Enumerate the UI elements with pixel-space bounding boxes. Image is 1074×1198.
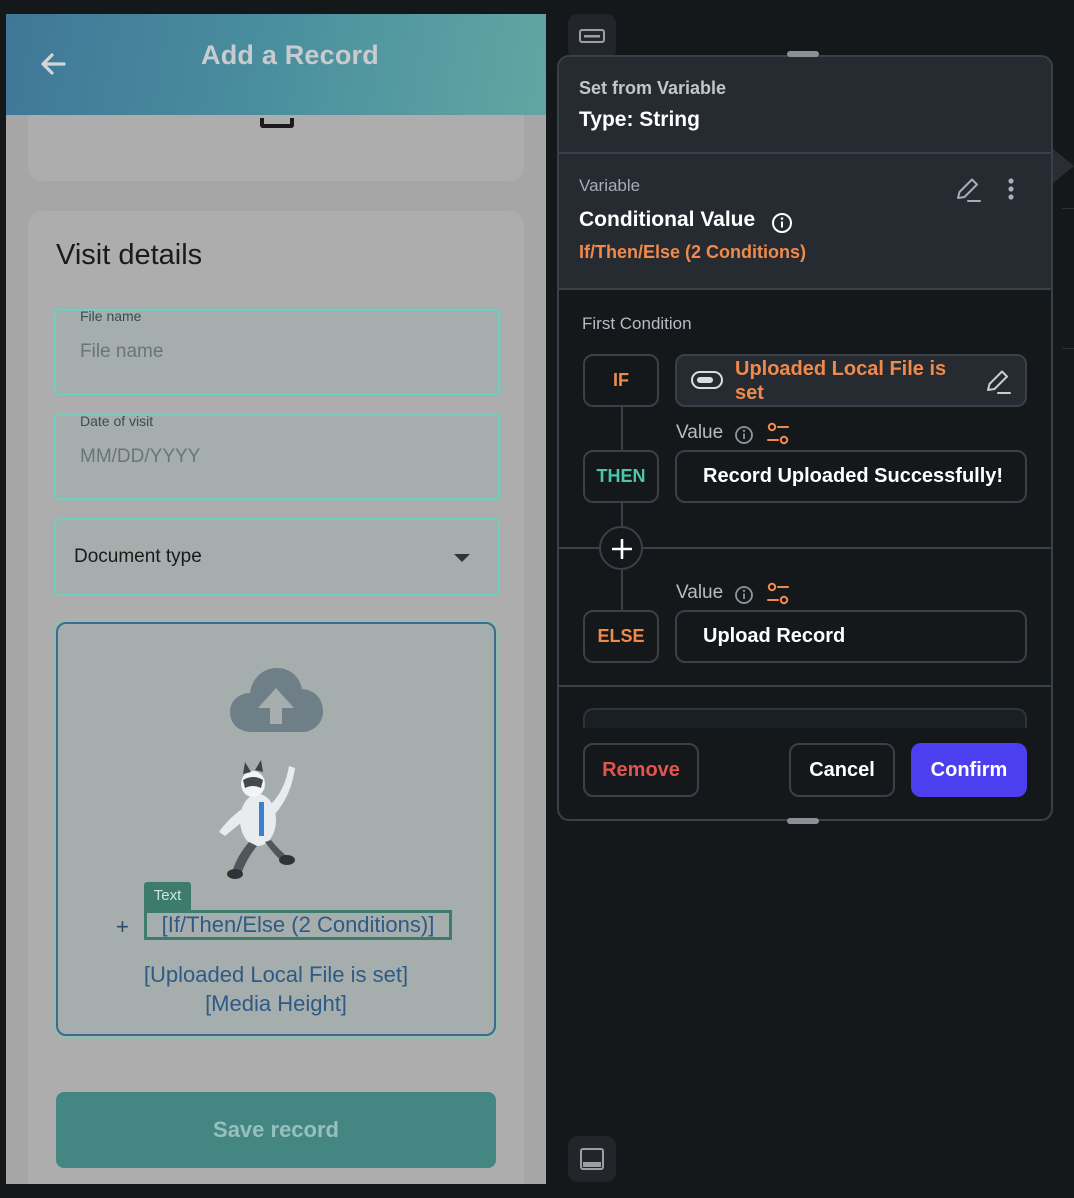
panel-subtitle: Set from Variable: [579, 78, 727, 98]
value-label: Value: [676, 422, 724, 443]
cancel-button[interactable]: Cancel: [789, 743, 895, 797]
panel-header: Set from Variable Type: String: [559, 57, 1051, 154]
edit-icon[interactable]: [983, 366, 1013, 396]
visit-details-card: Visit details File name File name Date o…: [28, 211, 524, 1184]
field-placeholder: File name: [80, 341, 164, 362]
then-badge: THEN: [583, 450, 659, 503]
variable-section: Variable Conditional Value If/Then/Else …: [559, 154, 1051, 290]
more-vertical-icon[interactable]: [999, 174, 1023, 204]
connector-line: [621, 407, 623, 450]
add-icon[interactable]: +: [116, 914, 129, 940]
settings-sliders-icon[interactable]: [766, 422, 790, 446]
else-badge: ELSE: [583, 610, 659, 663]
panel-pointer: [1052, 148, 1074, 184]
if-condition-field[interactable]: Uploaded Local File is set: [675, 354, 1027, 407]
page-title: Add a Record: [201, 40, 379, 70]
bottom-resize-handle[interactable]: [787, 818, 819, 824]
text-widget-badge: Text: [144, 882, 191, 910]
upload-status-text: [Uploaded Local File is set]: [143, 962, 409, 987]
if-condition-text: Uploaded Local File is set: [735, 358, 947, 404]
condition-summary[interactable]: If/Then/Else (2 Conditions): [579, 242, 806, 263]
field-label: Date of visit: [80, 413, 154, 429]
field-placeholder: MM/DD/YYYY: [80, 446, 201, 467]
caret-down-icon: [454, 554, 470, 562]
file-name-field[interactable]: File name File name: [54, 308, 500, 395]
info-icon[interactable]: [734, 425, 754, 445]
date-of-visit-field[interactable]: Date of visit MM/DD/YYYY: [54, 413, 500, 500]
conditional-value-title: Conditional Value: [579, 208, 756, 231]
keyboard-toggle-button[interactable]: [568, 14, 616, 60]
conditional-text-widget[interactable]: [If/Then/Else (2 Conditions)]: [144, 910, 452, 940]
top-resize-handle[interactable]: [787, 51, 819, 57]
media-height-text: [Media Height]: [205, 991, 347, 1016]
divider: [559, 685, 1051, 687]
add-condition-button[interactable]: [599, 526, 643, 570]
bottom-panel-toggle-button[interactable]: [568, 1136, 616, 1182]
first-condition-label: First Condition: [582, 314, 692, 333]
info-icon[interactable]: [771, 212, 793, 234]
plus-icon: [612, 539, 632, 559]
cloud-upload-icon: [230, 668, 323, 732]
confirm-button[interactable]: Confirm: [911, 743, 1027, 797]
variable-label: Variable: [579, 176, 641, 195]
value-label: Value: [676, 582, 724, 603]
if-badge: IF: [583, 354, 659, 407]
toggle-icon: [691, 371, 723, 389]
divider: [1062, 208, 1074, 209]
field-label: File name: [80, 308, 142, 324]
panel-type: Type: String: [579, 108, 700, 131]
section-title: Visit details: [56, 239, 203, 271]
icon-fragment: [260, 118, 294, 128]
save-record-button[interactable]: Save record: [56, 1092, 496, 1168]
phone-preview: Add a Record Visit details File name Fil…: [6, 14, 546, 1184]
document-type-dropdown[interactable]: Document type: [54, 518, 500, 596]
upload-area[interactable]: Text + [If/Then/Else (2 Conditions)] [Up…: [56, 622, 496, 1036]
edit-icon[interactable]: [953, 174, 983, 204]
next-condition-preview: [583, 708, 1027, 728]
mascot-image: [219, 760, 295, 879]
keyboard-icon: [579, 29, 605, 43]
dropdown-label: Document type: [74, 546, 202, 567]
else-value-field[interactable]: Upload Record: [675, 610, 1027, 663]
info-icon[interactable]: [734, 585, 754, 605]
bottom-panel-icon: [580, 1148, 604, 1170]
divider: [1062, 348, 1074, 349]
then-value-field[interactable]: Record Uploaded Successfully!: [675, 450, 1027, 503]
settings-sliders-icon[interactable]: [766, 582, 790, 606]
set-variable-panel: Set from Variable Type: String Variable …: [557, 55, 1053, 821]
remove-button[interactable]: Remove: [583, 743, 699, 797]
app-header: Add a Record: [6, 14, 546, 115]
